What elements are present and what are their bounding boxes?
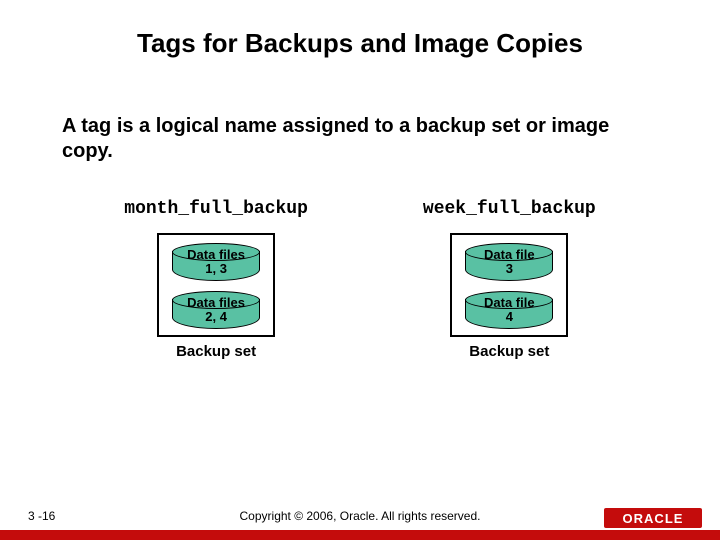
right-backup-set-box: Data file 3 Data file 4 [450,233,568,337]
left-caption: Backup set [124,343,308,360]
disk-label-line1: Data file [484,296,535,310]
oracle-logo: ORACLE [604,508,702,528]
left-column: month_full_backup Data files 1, 3 Data f… [124,199,308,360]
slide-title: Tags for Backups and Image Copies [0,0,720,59]
disk-icon: Data file 4 [465,291,553,329]
disk-label-line2: 3 [506,262,513,276]
disk-icon: Data files 2, 4 [172,291,260,329]
right-column: week_full_backup Data file 3 Data file 4… [423,199,596,360]
left-backup-set-box: Data files 1, 3 Data files 2, 4 [157,233,275,337]
disk-icon: Data file 3 [465,243,553,281]
disk-icon: Data files 1, 3 [172,243,260,281]
right-caption: Backup set [423,343,596,360]
footer-red-bar [0,530,720,540]
disk-label-line1: Data files [187,248,245,262]
slide-subtitle: A tag is a logical name assigned to a ba… [0,59,720,164]
footer: 3 -16 Copyright © 2006, Oracle. All righ… [0,506,720,540]
disk-label-line2: 4 [506,310,513,324]
diagram-area: month_full_backup Data files 1, 3 Data f… [0,199,720,360]
disk-label-line2: 2, 4 [205,310,227,324]
left-tag-label: month_full_backup [124,199,308,219]
disk-label-line1: Data files [187,296,245,310]
disk-label-line1: Data file [484,248,535,262]
disk-label-line2: 1, 3 [205,262,227,276]
right-tag-label: week_full_backup [423,199,596,219]
